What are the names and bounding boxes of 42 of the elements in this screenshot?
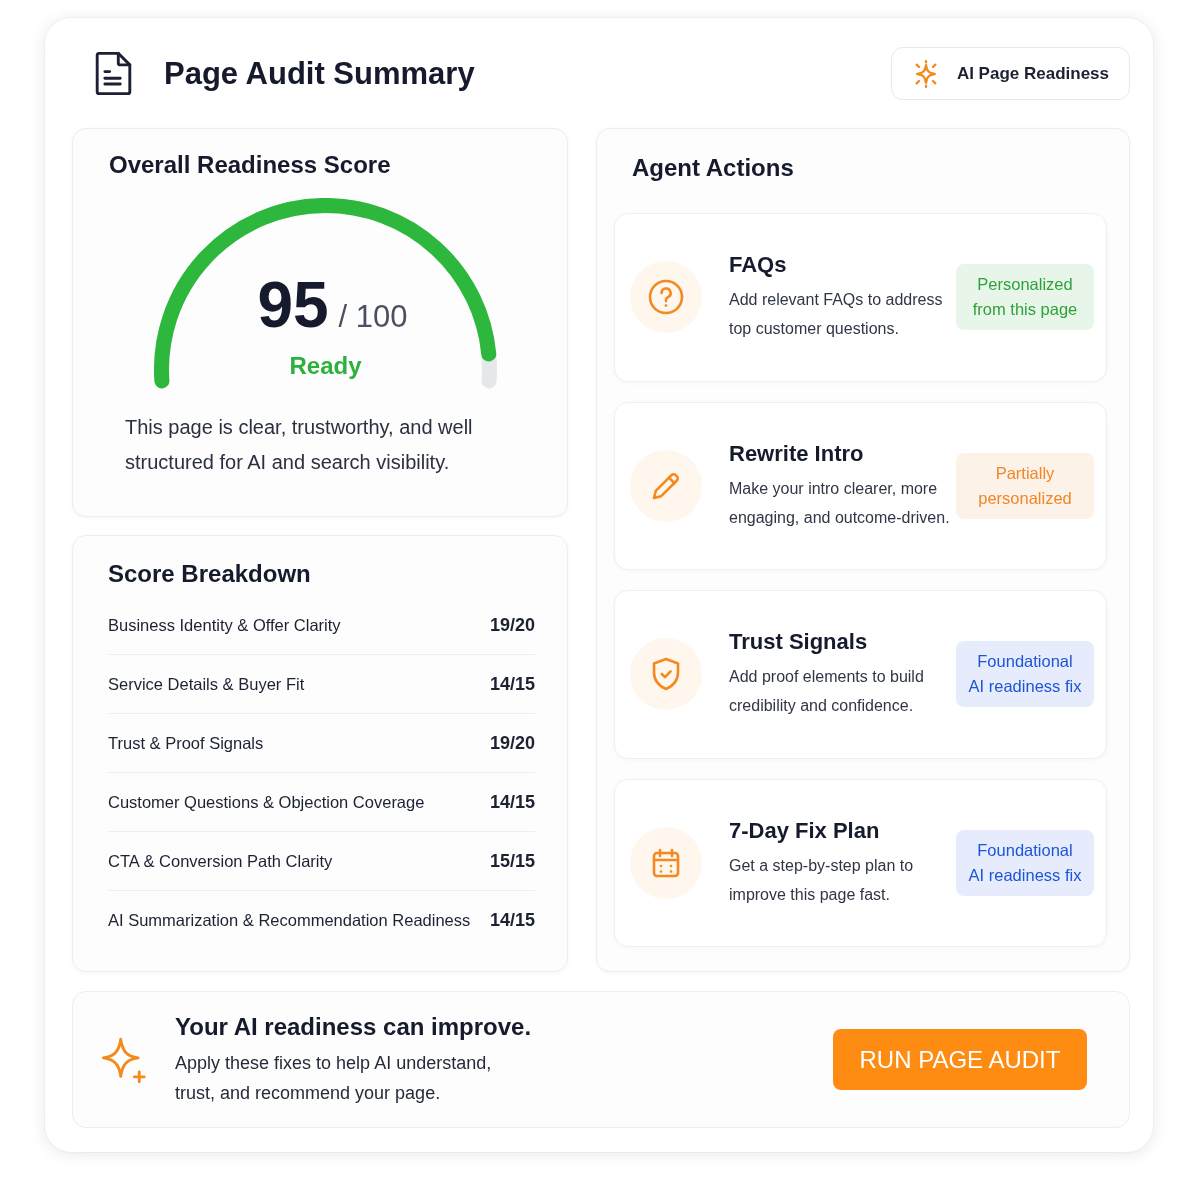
action-title: FAQs bbox=[729, 251, 788, 280]
breakdown-label: AI Summarization & Recommendation Readiness bbox=[108, 910, 471, 930]
sparkle-icon bbox=[101, 1035, 147, 1084]
action-title: Trust Signals bbox=[729, 628, 869, 657]
breakdown-label: Customer Questions & Objection Coverage bbox=[108, 792, 425, 812]
banner-title: Your AI readiness can improve. bbox=[175, 1011, 532, 1042]
breakdown-score: 15/15 bbox=[489, 850, 535, 872]
breakdown-score: 19/20 bbox=[489, 732, 535, 754]
breakdown-score: 14/15 bbox=[489, 673, 535, 695]
card-title: Overall Readiness Score bbox=[109, 151, 392, 179]
breakdown-label: Service Details & Buyer Fit bbox=[108, 674, 305, 694]
banner-text: Apply these fixes to help AI understand, trust, and recommend your page. bbox=[175, 1051, 493, 1105]
action-description: Make your intro clearer, more engaging, and outcome-driven. bbox=[729, 478, 951, 528]
status-tag: Partially personalized bbox=[956, 452, 1094, 519]
action-description: Add proof elements to build credibility and confidence. bbox=[729, 667, 925, 717]
breakdown-score: 14/15 bbox=[489, 791, 535, 813]
status-tag: Foundational AI readiness fix bbox=[956, 829, 1094, 896]
shield-check-icon bbox=[630, 638, 702, 711]
score-max: / 100 bbox=[338, 301, 408, 332]
run-audit-button[interactable]: RUN PAGE AUDIT bbox=[833, 1029, 1087, 1090]
action-description: Get a step-by-step plan to improve this page fast. bbox=[729, 855, 915, 905]
score-value: 95 bbox=[257, 273, 329, 337]
breakdown-label: Business Identity & Offer Clarity bbox=[108, 615, 341, 635]
breakdown-score: 19/20 bbox=[489, 614, 535, 636]
document-icon bbox=[93, 50, 134, 97]
breakdown-score: 14/15 bbox=[489, 909, 535, 931]
card-title: Score Breakdown bbox=[108, 560, 312, 588]
breakdown-label: Trust & Proof Signals bbox=[108, 733, 264, 753]
action-title: Rewrite Intro bbox=[729, 439, 865, 468]
question-icon bbox=[630, 261, 702, 334]
page-title: Page Audit Summary bbox=[164, 55, 475, 92]
card-title: Agent Actions bbox=[632, 154, 795, 182]
action-description: Add relevant FAQs to address top customer questions. bbox=[729, 290, 944, 340]
status-label: Ready bbox=[289, 351, 362, 381]
breakdown-label: CTA & Conversion Path Clarity bbox=[108, 851, 333, 871]
status-tag: Foundational AI readiness fix bbox=[956, 641, 1094, 708]
action-title: 7-Day Fix Plan bbox=[729, 816, 881, 845]
status-tag: Personalized from this page bbox=[956, 264, 1094, 331]
summary-text: This page is clear, trustworthy, and well structured for AI and search visibility. bbox=[125, 415, 474, 475]
pencil-icon bbox=[630, 449, 702, 522]
chip-label: AI Page Readiness bbox=[956, 63, 1109, 84]
calendar-icon bbox=[630, 826, 702, 899]
